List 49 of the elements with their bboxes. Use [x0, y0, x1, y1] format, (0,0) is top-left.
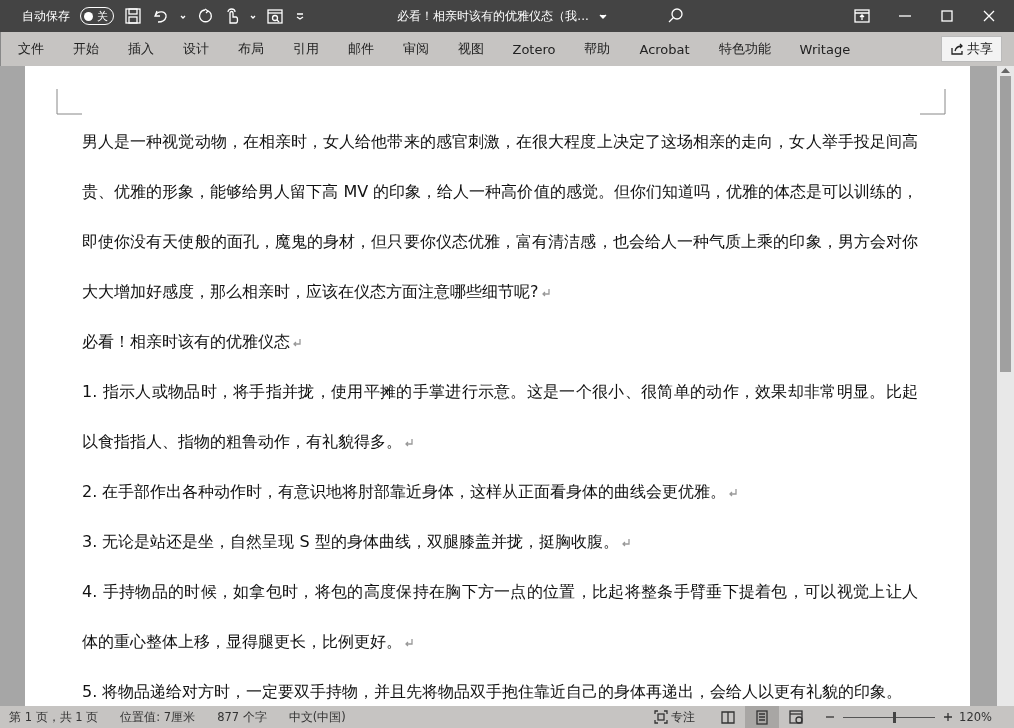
ribbon-tab[interactable]: 特色功能 [704, 40, 786, 58]
vertical-scrollbar[interactable] [997, 66, 1014, 706]
ribbon-tab[interactable]: 开始 [58, 40, 113, 58]
ribbon-tab[interactable]: 引用 [278, 40, 333, 58]
ribbon-tab[interactable]: 邮件 [333, 40, 388, 58]
paragraph: 必看！相亲时该有的优雅仪态 [82, 317, 918, 367]
ribbon-tab[interactable]: 审阅 [388, 40, 443, 58]
language[interactable]: 中文(中国) [288, 709, 346, 725]
position-value[interactable]: 位置值: 7厘米 [120, 709, 196, 725]
share-button[interactable]: 共享 [941, 36, 1002, 62]
document-title: 必看！相亲时该有的优雅仪态（我... [397, 7, 589, 25]
save-icon[interactable] [124, 7, 142, 25]
paragraph: 4. 手持物品的时候，如拿包时，将包的高度保持在胸下方一点的位置，比起将整条手臂垂下提着包，可以视觉上让人体的重心整体上移，显得腿更长，比例更好。 [82, 581, 918, 653]
redo-icon[interactable] [196, 7, 214, 25]
word-count[interactable]: 877 个字 [217, 709, 267, 725]
focus-icon [654, 710, 669, 724]
read-view-icon [720, 709, 737, 725]
zoom-level[interactable]: 120% [959, 710, 992, 724]
print-preview-icon[interactable] [266, 7, 284, 25]
autosave-label: 自动保存 [22, 7, 70, 25]
page-count[interactable]: 第 1 页，共 1 页 [9, 709, 99, 725]
search-icon[interactable] [666, 7, 684, 25]
focus-button[interactable]: 专注 [654, 709, 696, 725]
paragraph: 男人是一种视觉动物，在相亲时，女人给他带来的感官刺激，在很大程度上决定了这场相亲的走向，女人举手投足间高贵、优雅的形象，能够给男人留下高 MV 的印象，给人一种高价值的感觉。但你们知道吗，优雅的体态是可以训练的，即使你没有天使般的面孔，魔鬼的身材，但只要你仪态优雅，富有清洁感，也会给人一种气质上乘的印象，男方会对你大大增加好感度，那么相亲时，应该在仪态方面注意哪些细节呢? [82, 131, 918, 303]
zoom-in-icon[interactable] [943, 712, 954, 722]
maximize-icon[interactable] [940, 9, 954, 23]
ribbon-tab[interactable]: Zotero [498, 41, 570, 57]
paragraph: 3. 无论是站还是坐，自然呈现 S 型的身体曲线，双腿膝盖并拢，挺胸收腹。 [82, 517, 918, 567]
ribbon-tab[interactable]: 插入 [113, 40, 168, 58]
print-view-icon [754, 709, 771, 725]
ribbon-tab[interactable]: 帮助 [569, 40, 625, 58]
ribbon-tab[interactable]: 文件 [3, 40, 58, 58]
ribbon-tab[interactable]: 视图 [443, 40, 498, 58]
page-corner-mark [920, 89, 946, 115]
page-corner-mark [56, 89, 82, 115]
paragraph: 1. 指示人或物品时，将手指并拢，使用平摊的手掌进行示意。这是一个很小、很简单的动作，效果却非常明显。比起以食指指人、指物的粗鲁动作，有礼貌得多。 [82, 381, 918, 453]
paragraph: 2. 在手部作出各种动作时，有意识地将肘部靠近身体，这样从正面看身体的曲线会更优雅。 [82, 467, 918, 517]
ribbon-tab[interactable]: 设计 [168, 40, 223, 58]
ribbon-tab[interactable]: Acrobat [624, 41, 705, 57]
ribbon-tab[interactable]: Writage [785, 41, 865, 57]
paragraph: 5. 将物品递给对方时，一定要双手持物，并且先将物品双手抱住靠近自己的身体再递出，会给人以更有礼貌的印象。 [82, 681, 904, 703]
touch-mode-icon[interactable] [224, 7, 240, 25]
print-layout-button[interactable] [745, 706, 780, 728]
ribbon-display-icon[interactable] [854, 9, 870, 23]
share-icon [950, 42, 964, 56]
ribbon-tab[interactable]: 布局 [223, 40, 278, 58]
close-icon[interactable] [982, 9, 996, 23]
scroll-up-icon[interactable] [1001, 67, 1010, 73]
web-view-icon [788, 709, 805, 725]
